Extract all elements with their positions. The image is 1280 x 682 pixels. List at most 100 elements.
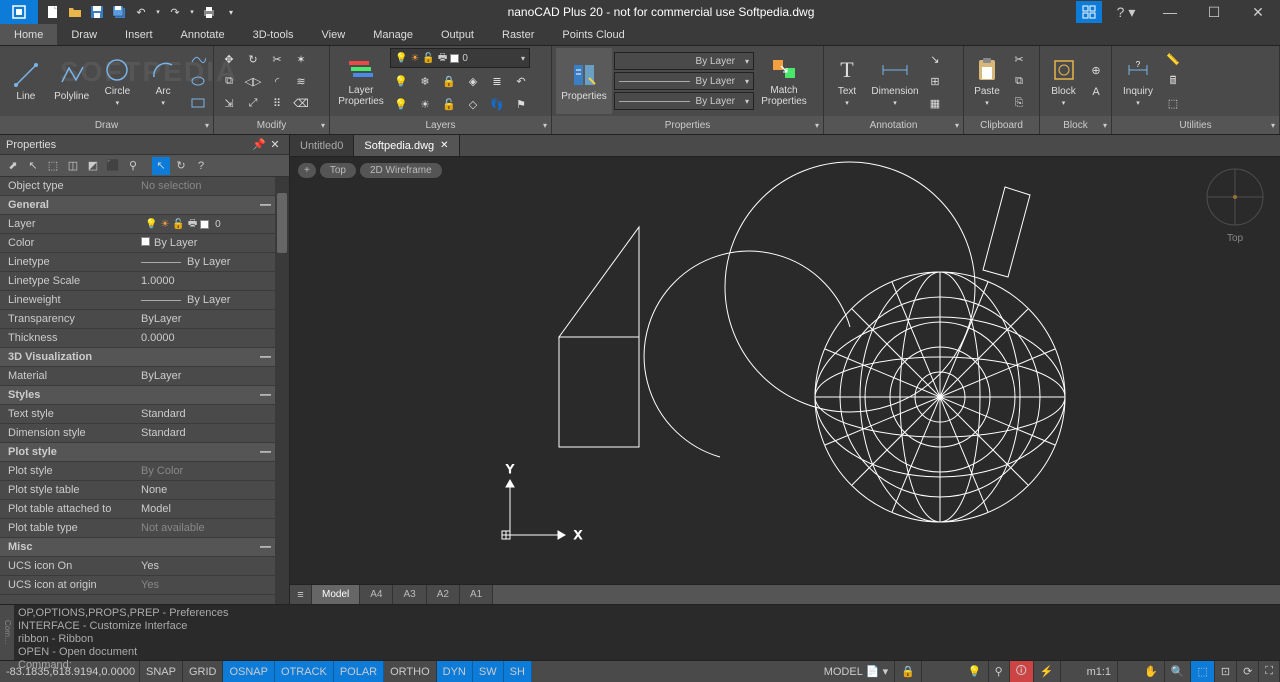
polyline-tool[interactable]: Polyline: [50, 48, 94, 114]
menu-manage[interactable]: Manage: [359, 24, 427, 45]
menu-draw[interactable]: Draw: [57, 24, 111, 45]
props-scrollbar[interactable]: [275, 177, 289, 604]
toggle-value-icon[interactable]: ↖: [152, 157, 170, 175]
tile-button[interactable]: [1076, 1, 1102, 23]
attr-icon[interactable]: A: [1085, 82, 1107, 102]
prop-row[interactable]: Linetype Scale1.0000: [0, 272, 289, 291]
menu-raster[interactable]: Raster: [488, 24, 548, 45]
leader-icon[interactable]: ↘: [924, 49, 946, 69]
prop-row[interactable]: Plot style tableNone: [0, 481, 289, 500]
layer-freeze-icon[interactable]: ❄: [414, 71, 436, 91]
layer-off-icon[interactable]: 💡: [390, 71, 412, 91]
scale-icon[interactable]: ⤢: [242, 93, 264, 113]
move-icon[interactable]: ✥: [218, 49, 240, 69]
layer-thaw-icon[interactable]: ☀: [414, 94, 436, 114]
fillet-icon[interactable]: ◜: [266, 71, 288, 91]
layer-match-icon[interactable]: ≣: [486, 71, 508, 91]
stretch-icon[interactable]: ⇲: [218, 93, 240, 113]
measure-icon[interactable]: 📏: [1162, 49, 1184, 69]
insert-icon[interactable]: ⊕: [1085, 60, 1107, 80]
layer-walk-icon[interactable]: 👣: [486, 94, 508, 114]
layer-on-icon[interactable]: 💡: [390, 94, 412, 114]
prop-row[interactable]: MaterialByLayer: [0, 367, 289, 386]
prop-row[interactable]: ColorBy Layer: [0, 234, 289, 253]
drawing-canvas[interactable]: + Top 2D Wireframe Top: [290, 157, 1280, 584]
erase-icon[interactable]: ⌫: [290, 93, 312, 113]
prop-row[interactable]: TransparencyByLayer: [0, 310, 289, 329]
table-icon[interactable]: ⊞: [924, 71, 946, 91]
filter4-icon[interactable]: ⬛: [104, 157, 122, 175]
pick-add-icon[interactable]: ⬈: [4, 157, 22, 175]
layer-uniso-icon[interactable]: ◇: [462, 94, 484, 114]
menu-3d-tools[interactable]: 3D-tools: [239, 24, 308, 45]
rotate-icon[interactable]: ↻: [242, 49, 264, 69]
prop-row[interactable]: Layer💡☀🔓🖶 0: [0, 215, 289, 234]
color-bylayer-combo[interactable]: By Layer: [614, 52, 754, 70]
hatch-icon[interactable]: ▦: [924, 93, 946, 113]
arc-tool[interactable]: Arc▾: [141, 48, 185, 114]
prop-section[interactable]: General—: [0, 196, 289, 215]
print-icon[interactable]: [200, 3, 218, 21]
prop-row[interactable]: LinetypeBy Layer: [0, 253, 289, 272]
ribbon-clipboard-label[interactable]: Clipboard: [964, 116, 1039, 134]
tabs-scroll-icon[interactable]: ≡: [290, 585, 312, 604]
layout-tab-a4[interactable]: A4: [360, 585, 393, 604]
ribbon-modify-label[interactable]: Modify▾: [214, 116, 329, 134]
offset-icon[interactable]: ≋: [290, 71, 312, 91]
ribbon-block-label[interactable]: Block▾: [1040, 116, 1111, 134]
text-tool[interactable]: TText▾: [828, 48, 866, 114]
layout-tab-model[interactable]: Model: [312, 585, 360, 604]
prop-section[interactable]: Styles—: [0, 386, 289, 405]
save-all-icon[interactable]: [110, 3, 128, 21]
menu-insert[interactable]: Insert: [111, 24, 167, 45]
prop-row[interactable]: Thickness0.0000: [0, 329, 289, 348]
maximize-button[interactable]: ☐: [1192, 0, 1236, 24]
app-icon[interactable]: [0, 0, 38, 24]
layer-prev-icon[interactable]: ↶: [510, 71, 532, 91]
doc-tab[interactable]: Untitled0: [290, 135, 354, 156]
block-tool[interactable]: Block▾: [1044, 48, 1083, 114]
lineweight-bylayer-combo[interactable]: By Layer: [614, 92, 754, 110]
layer-unlock-icon[interactable]: 🔓: [438, 94, 460, 114]
save-icon[interactable]: [88, 3, 106, 21]
prop-row[interactable]: Plot table typeNot available: [0, 519, 289, 538]
ellipse-icon[interactable]: [187, 71, 209, 91]
copy-clip-icon[interactable]: ⧉: [1008, 71, 1030, 91]
doc-tab[interactable]: Softpedia.dwg✕: [354, 135, 459, 156]
layer-combo[interactable]: 💡☀🔓🖶0▾: [390, 48, 530, 68]
prop-row[interactable]: Text styleStandard: [0, 405, 289, 424]
calc-icon[interactable]: 🖩: [1162, 71, 1184, 91]
qat-drop-icon[interactable]: ▾: [222, 3, 240, 21]
filter1-icon[interactable]: ⬚: [44, 157, 62, 175]
redo-icon[interactable]: ↷: [166, 3, 184, 21]
open-folder-icon[interactable]: [66, 3, 84, 21]
filter2-icon[interactable]: ◫: [64, 157, 82, 175]
circle-tool[interactable]: Circle▾: [96, 48, 140, 114]
layer-state-icon[interactable]: ⚑: [510, 94, 532, 114]
undo-drop-icon[interactable]: ▾: [154, 3, 162, 21]
help-button[interactable]: ? ▾: [1104, 0, 1148, 24]
prop-row[interactable]: Dimension styleStandard: [0, 424, 289, 443]
layout-tab-a1[interactable]: A1: [460, 585, 493, 604]
prop-row[interactable]: Object typeNo selection: [0, 177, 289, 196]
redo-drop-icon[interactable]: ▾: [188, 3, 196, 21]
ribbon-properties-label[interactable]: Properties▾: [552, 116, 823, 134]
menu-points-cloud[interactable]: Points Cloud: [548, 24, 638, 45]
minimize-button[interactable]: —: [1148, 0, 1192, 24]
cut-icon[interactable]: ✂: [1008, 49, 1030, 69]
layer-iso-icon[interactable]: ◈: [462, 71, 484, 91]
menu-view[interactable]: View: [308, 24, 360, 45]
close-panel-icon[interactable]: ✕: [267, 138, 283, 151]
select-icon[interactable]: ⬚: [1162, 93, 1184, 113]
prop-row[interactable]: Plot table attached toModel: [0, 500, 289, 519]
menu-output[interactable]: Output: [427, 24, 488, 45]
undo-icon[interactable]: ↶: [132, 3, 150, 21]
match-properties-button[interactable]: Match Properties: [756, 48, 812, 114]
mirror-icon[interactable]: ◁▷: [242, 71, 264, 91]
new-file-icon[interactable]: [44, 3, 62, 21]
command-line[interactable]: Com… OP,OPTIONS,PROPS,PREP - Preferences…: [0, 604, 1280, 660]
layer-properties-button[interactable]: Layer Properties: [334, 48, 388, 114]
prop-section[interactable]: 3D Visualization—: [0, 348, 289, 367]
prop-row[interactable]: LineweightBy Layer: [0, 291, 289, 310]
prop-section[interactable]: Misc—: [0, 538, 289, 557]
